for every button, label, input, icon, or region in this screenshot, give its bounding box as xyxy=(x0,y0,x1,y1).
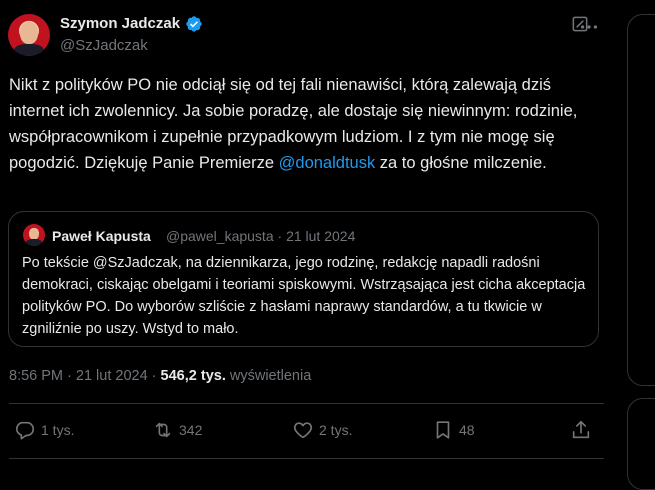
share-button[interactable] xyxy=(570,419,592,441)
bookmark-button[interactable]: 48 xyxy=(432,419,475,441)
quote-author-name[interactable]: Paweł Kapusta xyxy=(52,228,151,244)
bookmark-count: 48 xyxy=(459,422,475,438)
quoted-tweet[interactable]: Paweł Kapusta @pawel_kapusta · 21 lut 20… xyxy=(8,211,599,347)
quote-meta: @pawel_kapusta · 21 lut 2024 xyxy=(166,228,355,244)
action-bar: 1 tys. 342 2 tys. 48 xyxy=(0,404,612,458)
more-icon[interactable] xyxy=(578,16,602,36)
quote-author-handle[interactable]: @pawel_kapusta xyxy=(166,228,274,244)
quote-separator: · xyxy=(273,228,287,244)
quote-text: Po tekście @SzJadczak, na dziennikarza, … xyxy=(22,255,586,337)
divider xyxy=(9,458,604,459)
sidebar-card xyxy=(627,14,655,386)
views-label: wyświetlenia xyxy=(229,368,312,384)
like-button[interactable]: 2 tys. xyxy=(292,419,352,441)
mention-link[interactable]: @donaldtusk xyxy=(279,154,376,172)
reply-button[interactable]: 1 tys. xyxy=(14,419,74,441)
tweet-text: Nikt z polityków PO nie odciął się od te… xyxy=(9,72,607,176)
avatar-face xyxy=(20,22,38,44)
reply-icon xyxy=(15,421,35,440)
tweet: Szymon Jadczak @SzJadczak Nikt z polityk… xyxy=(0,0,612,474)
sidebar-card xyxy=(627,398,655,490)
like-icon xyxy=(293,422,313,439)
quote-author-avatar[interactable] xyxy=(23,224,45,246)
quote-avatar-shirt xyxy=(26,239,42,246)
tweet-meta: 8:56 PM · 21 lut 2024 · 546,2 tys. wyświ… xyxy=(9,368,311,384)
views-count: 546,2 tys. xyxy=(160,368,226,384)
share-icon xyxy=(572,420,590,439)
meta-separator-2: · xyxy=(147,368,161,384)
like-count: 2 tys. xyxy=(319,422,353,438)
author-handle[interactable]: @SzJadczak xyxy=(60,37,148,54)
reply-count: 1 tys. xyxy=(41,422,75,438)
quote-date[interactable]: 21 lut 2024 xyxy=(286,228,355,244)
retweet-icon xyxy=(155,422,171,438)
tweet-date[interactable]: 21 lut 2024 xyxy=(76,368,148,384)
bookmark-icon xyxy=(436,421,450,439)
retweet-button[interactable]: 342 xyxy=(152,419,202,441)
author-name[interactable]: Szymon Jadczak xyxy=(60,15,180,32)
right-sidebar-edge xyxy=(627,0,655,490)
meta-separator-1: · xyxy=(63,368,76,384)
verified-badge-icon xyxy=(186,16,202,32)
tweet-text-end: za to głośne milczenie. xyxy=(375,154,547,172)
tweet-time[interactable]: 8:56 PM xyxy=(9,368,63,384)
more-dots-icon xyxy=(580,25,598,29)
retweet-count: 342 xyxy=(179,422,203,438)
avatar-shirt xyxy=(14,44,44,56)
author-avatar[interactable] xyxy=(8,14,50,56)
